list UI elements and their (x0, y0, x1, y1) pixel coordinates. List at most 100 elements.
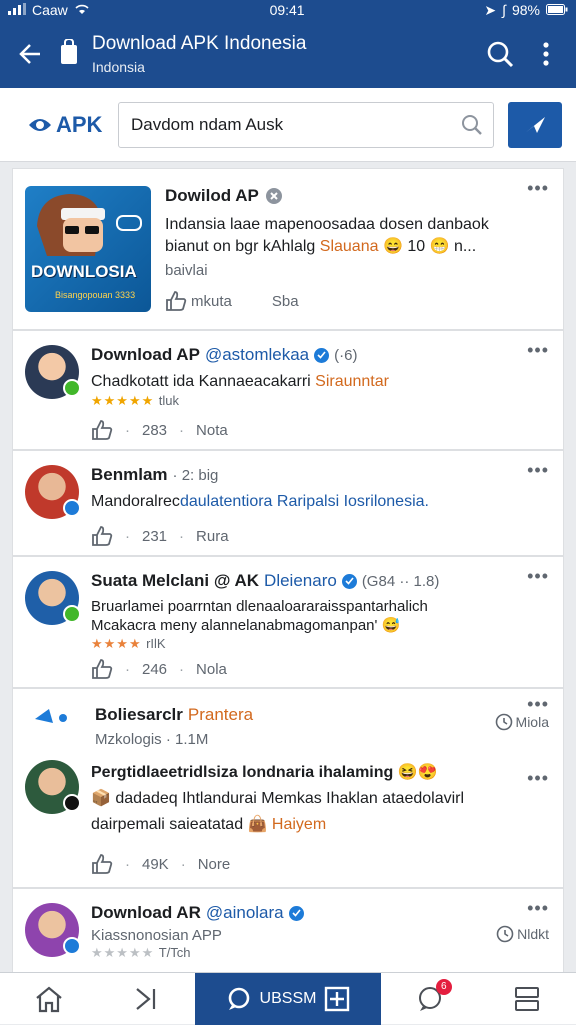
featured-like-button[interactable]: mkuta (165, 291, 232, 311)
like-count: 231 (142, 528, 167, 545)
bag-icon (60, 39, 78, 70)
vertical-dots-icon (543, 42, 549, 66)
post-more-button[interactable]: ••• (527, 345, 549, 355)
avatar[interactable] (25, 760, 79, 814)
badge-dot-icon (63, 499, 81, 517)
post-text-line2: Mcakacra meny alannelanabmagomanpan' (91, 617, 377, 634)
featured-desc-tail: n... (454, 238, 476, 255)
post-text: Chadkotatt ida Kannaeacakarri (91, 373, 311, 390)
clock-icon (495, 713, 513, 731)
search-row: APK (0, 88, 576, 162)
post-card[interactable]: Boliesarclr Prantera Mzkologis · 1.1M Mi… (12, 688, 564, 888)
post-action-button[interactable]: Nola (196, 661, 227, 678)
nav-home[interactable] (0, 973, 98, 1025)
post-action-button[interactable]: Nota (196, 422, 228, 439)
post-tag[interactable]: Prantera (188, 705, 253, 725)
back-button[interactable] (14, 38, 46, 70)
post-card[interactable]: Download AR @ainolara Kiassnonosian APP … (12, 888, 564, 974)
post-more-button[interactable]: ••• (527, 773, 549, 783)
post-text-line3: dairpemali saieatatad (91, 816, 243, 833)
rating-sub: rIlK (146, 636, 166, 651)
arrow-left-icon (18, 43, 42, 65)
signal-icon (8, 2, 26, 18)
featured-like-label: mkuta (191, 293, 232, 310)
logo-text: APK (56, 112, 102, 138)
search-icon (486, 40, 514, 68)
featured-more-button[interactable]: ••• (527, 183, 549, 193)
bag-emoji-icon: 👜 (248, 816, 268, 833)
verified-icon (342, 574, 357, 589)
post-text-line2: dadadeq Ihtlandurai Memkas Ihaklan ataed… (115, 790, 464, 807)
search-field-icon (461, 114, 483, 136)
app-bar: Download APK Indonesia Indonsia (0, 20, 576, 88)
like-count: 283 (142, 422, 167, 439)
post-action-button[interactable]: Rura (196, 528, 229, 545)
grin-emoji-icon: 😁 (430, 238, 450, 255)
post-sub: Kiassnonosian APP (91, 927, 551, 944)
post-more-button[interactable]: ••• (527, 465, 549, 475)
post-card[interactable]: Suata Melclani @ AK Dleienaro (G84 ·· 1.… (12, 556, 564, 688)
search-input[interactable] (131, 115, 461, 135)
nav-chat-active[interactable]: UBSSM (195, 973, 381, 1025)
like-button[interactable] (91, 420, 113, 440)
nav-messages[interactable]: 6 (381, 973, 479, 1025)
search-button[interactable] (484, 38, 516, 70)
bluetooth-icon: ∫ (502, 2, 506, 18)
post-handle[interactable]: @ainolara (206, 903, 284, 923)
feed: DOWNLOSIA Bisangopouan 3333 Dowilod AP I… (12, 168, 564, 974)
post-action-button[interactable]: Nore (198, 856, 231, 873)
avatar[interactable] (25, 571, 79, 625)
thumbs-up-icon (91, 854, 113, 874)
featured-share-button[interactable]: Sba (272, 293, 299, 310)
post-author[interactable]: Boliesarclr (95, 705, 183, 725)
post-author[interactable]: Benmlam (91, 465, 168, 485)
status-bar: Caaw 09:41 ➤ ∫ 98% (0, 0, 576, 20)
badge-dot-icon (63, 937, 81, 955)
thumbs-up-icon (165, 291, 187, 311)
post-meta: (G84 ·· 1.8) (362, 573, 440, 590)
submit-search-button[interactable] (508, 102, 562, 148)
thumbs-up-icon (91, 659, 113, 679)
badge-dot-icon (63, 605, 81, 623)
post-handle[interactable]: @astomlekaa (205, 345, 309, 365)
like-button[interactable] (91, 854, 113, 874)
avatar[interactable] (25, 903, 79, 957)
post-card[interactable]: Download AP @astomlekaa (·6) Chadkotatt … (12, 330, 564, 450)
wifi-icon (74, 2, 90, 18)
sweat-emoji-icon: 😅 (382, 617, 401, 634)
featured-desc-line1: Indansia laae mapenoosadaa dosen danbaok (165, 214, 551, 236)
like-button[interactable] (91, 659, 113, 679)
bottom-nav: UBSSM 6 (0, 972, 576, 1024)
featured-card[interactable]: DOWNLOSIA Bisangopouan 3333 Dowilod AP I… (12, 168, 564, 330)
close-circle-icon[interactable] (265, 187, 283, 205)
featured-desc-line2: bianut on bgr kAhlalg (165, 238, 315, 255)
post-more-button[interactable]: ••• (527, 571, 549, 581)
nav-forward[interactable] (98, 973, 196, 1025)
post-card[interactable]: Benmlam · 2: big Mandoralrecdaulatentior… (12, 450, 564, 556)
featured-meta[interactable]: baivlai (165, 262, 551, 279)
post-author[interactable]: Download AR (91, 903, 201, 923)
post-handle[interactable]: Dleienaro (264, 571, 337, 591)
like-button[interactable] (91, 526, 113, 546)
apk-logo: APK (28, 112, 104, 138)
post-more-button[interactable]: ••• (527, 699, 549, 709)
featured-desc-highlight: Slauana (320, 238, 379, 255)
avatar[interactable] (25, 465, 79, 519)
overflow-menu-button[interactable] (530, 38, 562, 70)
location-icon: ➤ (484, 2, 496, 19)
featured-title[interactable]: Dowilod AP (165, 186, 259, 206)
thumbnail-label: DOWNLOSIA (31, 262, 137, 282)
search-box[interactable] (118, 102, 494, 148)
thumbs-up-icon (91, 526, 113, 546)
featured-desc-number: 10 (407, 238, 425, 255)
post-author[interactable]: Suata Melclani @ AK (91, 571, 259, 591)
post-author[interactable]: Download AP (91, 345, 200, 365)
grid-plus-icon (324, 986, 350, 1012)
avatar[interactable] (25, 345, 79, 399)
avatar-illustration-icon (25, 186, 151, 266)
nav-menu[interactable] (479, 973, 576, 1025)
post-meta: (·6) (334, 347, 357, 364)
post-text-highlight[interactable]: daulatentiora Raripalsi Iosrilonesia. (180, 493, 429, 510)
rating-sub: T/Tch (159, 945, 191, 960)
post-more-button[interactable]: ••• (527, 903, 549, 913)
